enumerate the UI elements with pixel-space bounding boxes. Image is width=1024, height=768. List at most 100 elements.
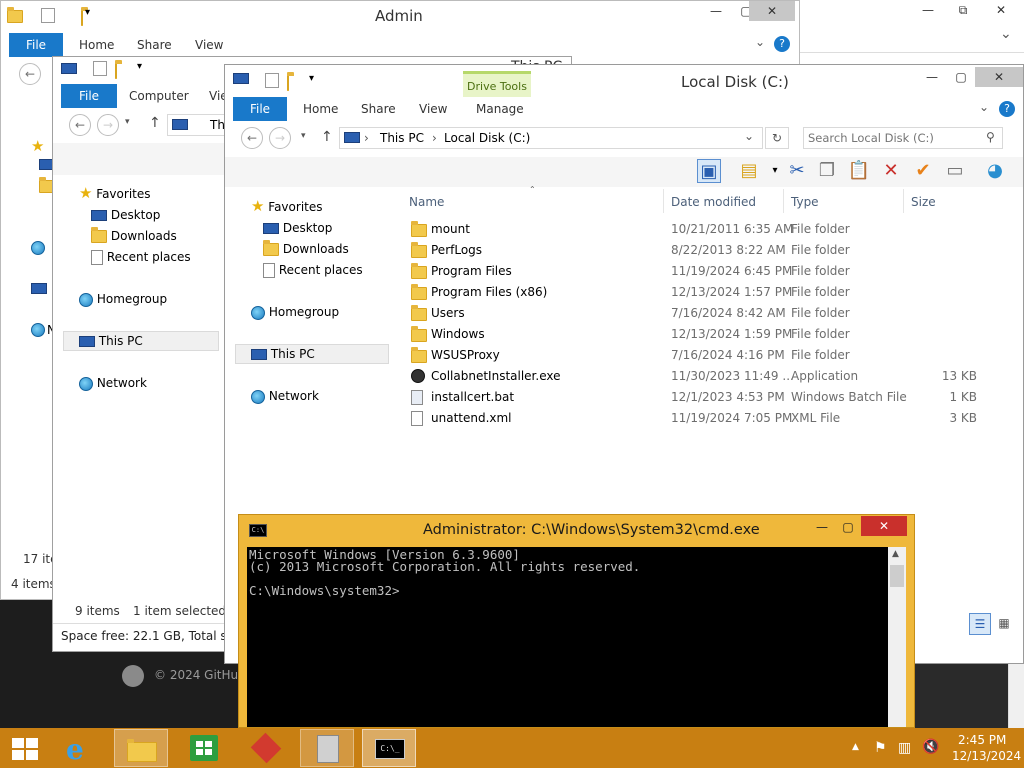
local-disk-tab-home[interactable]: Home xyxy=(303,97,338,121)
this-pc-up-button[interactable]: ↑ xyxy=(149,115,161,131)
local-disk-tab-file[interactable]: File xyxy=(233,97,287,121)
file-row[interactable]: Users 7/16/2024 8:42 AM File folder xyxy=(401,303,1001,324)
local-disk-maximize-button[interactable]: ▢ xyxy=(947,67,975,87)
this-pc-recent-dropdown[interactable]: ▾ xyxy=(125,117,130,127)
file-row[interactable]: Windows 12/13/2024 1:59 PM File folder xyxy=(401,324,1001,345)
taskbar-server-manager[interactable] xyxy=(300,729,354,767)
properties-icon[interactable] xyxy=(41,8,55,23)
copy-icon[interactable]: ❐ xyxy=(815,159,839,183)
this-pc-nav-this-pc[interactable]: This PC xyxy=(79,334,143,348)
view-large-icons-icon[interactable]: ▦ xyxy=(993,613,1015,635)
local-disk-tab-view[interactable]: View xyxy=(419,97,447,121)
file-row[interactable]: WSUSProxy 7/16/2024 4:16 PM File folder xyxy=(401,345,1001,366)
local-disk-refresh-button[interactable]: ↻ xyxy=(765,127,789,149)
local-disk-address-bar[interactable]: › This PC › Local Disk (C:) ⌄ xyxy=(339,127,763,149)
cmd-close-button[interactable]: ✕ xyxy=(861,516,907,536)
address-dropdown-icon[interactable]: ⌄ xyxy=(744,129,754,143)
this-pc-back-button[interactable]: ← xyxy=(69,114,91,136)
this-pc-nav-homegroup[interactable]: Homegroup xyxy=(79,292,167,307)
bg-minimize-button[interactable]: — xyxy=(908,0,948,20)
details-pane-icon[interactable]: ▣ xyxy=(697,159,721,183)
local-disk-close-button[interactable]: ✕ xyxy=(975,67,1023,87)
local-disk-recent-dropdown[interactable]: ▾ xyxy=(301,131,306,141)
this-pc-nav-network[interactable]: Network xyxy=(79,376,147,391)
local-disk-search-box[interactable]: ⚲ xyxy=(803,127,1003,149)
taskbar-store[interactable] xyxy=(178,729,232,767)
admin-tab-view[interactable]: View xyxy=(195,33,223,57)
local-disk-nav-this-pc[interactable]: This PC xyxy=(251,347,315,361)
cmd-maximize-button[interactable]: ▢ xyxy=(835,517,861,537)
local-disk-nav-desktop[interactable]: Desktop xyxy=(263,221,332,235)
local-disk-tab-share[interactable]: Share xyxy=(361,97,396,121)
file-row[interactable]: unattend.xml 11/19/2024 7:05 PM XML File 3 … xyxy=(401,408,1001,429)
cut-icon[interactable]: ✂ xyxy=(785,159,809,183)
file-row[interactable]: Program Files 11/19/2024 6:45 PM File fold… xyxy=(401,261,1001,282)
network-status-icon[interactable]: ▥ xyxy=(898,740,911,756)
this-pc-nav-favorites[interactable]: ★ Favorites xyxy=(79,186,151,202)
this-pc-tab-file[interactable]: File xyxy=(61,84,117,108)
local-disk-search-input[interactable] xyxy=(808,130,978,146)
column-type[interactable]: Type xyxy=(791,195,819,209)
cmd-scroll-thumb[interactable] xyxy=(890,565,904,587)
cmd-scroll-up-icon[interactable]: ▲ xyxy=(892,549,899,559)
column-date[interactable]: Date modified xyxy=(671,195,756,209)
taskbar-ie[interactable]: e xyxy=(56,729,110,767)
clock-date[interactable]: 12/13/2024 xyxy=(952,749,1021,763)
cmd-minimize-button[interactable]: — xyxy=(809,517,835,537)
drive-tools-context-tab[interactable]: Drive Tools xyxy=(463,71,531,97)
clock-time[interactable]: 2:45 PM xyxy=(958,733,1006,747)
volume-muted-icon[interactable]: 🔇 xyxy=(922,739,939,755)
local-disk-nav-homegroup[interactable]: Homegroup xyxy=(251,305,339,320)
local-disk-tab-manage[interactable]: Manage xyxy=(476,97,524,121)
taskbar-file-explorer[interactable] xyxy=(114,729,168,767)
local-disk-nav-favorites[interactable]: ★ Favorites xyxy=(251,199,323,215)
admin-close-button[interactable]: ✕ xyxy=(749,1,795,21)
local-disk-nav-recent[interactable]: Recent places xyxy=(263,263,363,278)
options-dropdown-icon[interactable]: ▾ xyxy=(763,159,787,183)
column-size[interactable]: Size xyxy=(911,195,936,209)
cmd-console[interactable]: Microsoft Windows [Version 6.3.9600] (c)… xyxy=(247,547,906,727)
admin-minimize-button[interactable]: — xyxy=(701,1,731,21)
folder-options-icon[interactable]: ▤ xyxy=(737,159,761,183)
view-details-icon[interactable]: ☰ xyxy=(969,613,991,635)
cmd-prompt[interactable]: C:\Windows\system32> xyxy=(249,583,400,598)
column-name[interactable]: Name xyxy=(409,195,444,209)
search-icon[interactable]: ⚲ xyxy=(986,130,995,144)
properties-icon[interactable] xyxy=(93,61,107,76)
this-pc-nav-desktop[interactable]: Desktop xyxy=(91,208,160,222)
admin-tab-file[interactable]: File xyxy=(9,33,63,57)
start-button[interactable] xyxy=(0,729,54,767)
tray-overflow-arrow[interactable]: ▲ xyxy=(852,742,859,752)
file-row[interactable]: installcert.bat 12/1/2023 4:53 PM Windows … xyxy=(401,387,1001,408)
taskbar-cmd[interactable]: C:\_ xyxy=(362,729,416,767)
qat-dropdown-icon[interactable]: ▾ xyxy=(85,7,90,18)
local-disk-ribbon-chevron-icon[interactable]: ⌄ xyxy=(979,100,989,114)
properties-toolbar-icon[interactable]: ▭ xyxy=(943,159,967,183)
this-pc-nav-downloads[interactable]: Downloads xyxy=(91,227,177,243)
admin-ribbon-chevron-icon[interactable]: ⌄ xyxy=(755,35,765,49)
delete-icon[interactable]: ✕ xyxy=(879,159,903,183)
file-row[interactable]: Program Files (x86) 12/13/2024 1:57 PM Fil… xyxy=(401,282,1001,303)
bg-close-button[interactable]: ✕ xyxy=(978,0,1024,20)
local-disk-back-button[interactable]: ← xyxy=(241,127,263,149)
taskbar-app-red[interactable] xyxy=(240,729,294,767)
file-row[interactable]: mount 10/21/2011 6:35 AM File folder xyxy=(401,219,1001,240)
qat-dropdown-icon[interactable]: ▾ xyxy=(137,61,142,72)
this-pc-tab-computer[interactable]: Computer xyxy=(129,84,189,108)
new-folder-icon[interactable] xyxy=(287,75,289,91)
properties-icon[interactable] xyxy=(265,73,279,88)
local-disk-help-icon[interactable]: ? xyxy=(999,101,1015,117)
local-disk-nav-network[interactable]: Network xyxy=(251,389,319,404)
admin-help-icon[interactable]: ? xyxy=(774,36,790,52)
admin-tab-home[interactable]: Home xyxy=(79,33,114,57)
this-pc-nav-recent[interactable]: Recent places xyxy=(91,250,191,265)
bg-ribbon-chevron[interactable]: ⌄ xyxy=(1000,26,1012,42)
local-disk-up-button[interactable]: ↑ xyxy=(321,129,333,145)
breadcrumb-this-pc[interactable]: This PC xyxy=(380,131,424,145)
action-center-flag-icon[interactable]: ⚑ xyxy=(874,740,887,756)
new-folder-icon[interactable] xyxy=(81,9,83,26)
new-folder-icon[interactable] xyxy=(115,63,117,79)
cmd-scrollbar[interactable]: ▲ xyxy=(888,547,906,727)
admin-back-button[interactable]: ← xyxy=(19,63,41,85)
local-disk-nav-downloads[interactable]: Downloads xyxy=(263,240,349,256)
